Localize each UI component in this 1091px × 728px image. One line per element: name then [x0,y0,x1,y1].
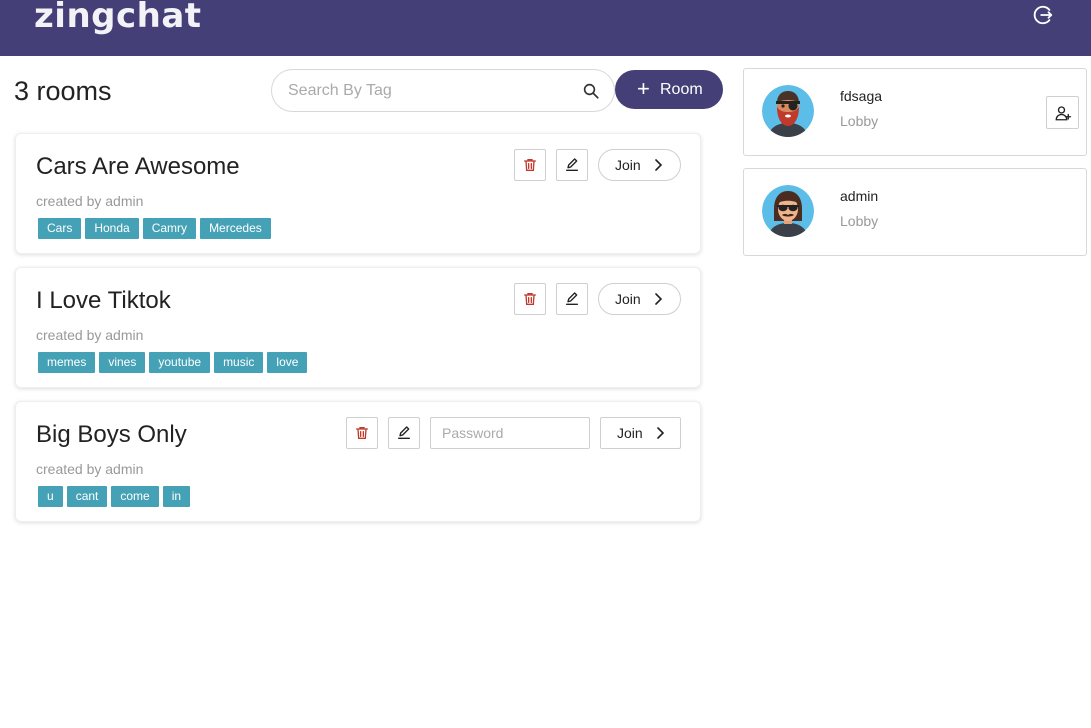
room-tag[interactable]: music [214,352,264,373]
trash-icon [356,427,368,439]
add-room-button[interactable]: + Room [615,70,723,109]
room-tag[interactable]: love [267,352,308,373]
app-logo[interactable]: zingchat [34,0,202,36]
room-tag[interactable]: in [162,486,191,507]
search-icon[interactable] [582,82,600,100]
join-room-button[interactable]: Join [598,283,681,315]
user-card: admin Lobby [743,168,1087,256]
room-password-input[interactable] [430,417,590,449]
room-tags: u cant come in [38,486,191,507]
add-friend-button[interactable] [1046,96,1079,129]
pencil-icon [398,426,410,439]
room-creator: created by admin [36,193,144,209]
join-room-button[interactable]: Join [598,149,681,181]
room-card: Big Boys Only created by admin u cant co… [15,401,701,522]
room-tag[interactable]: u [38,486,63,507]
room-tag[interactable]: Cars [38,218,82,239]
plus-icon: + [637,76,650,101]
delete-room-button[interactable] [514,149,546,181]
pencil-icon [566,158,578,171]
pencil-icon [566,292,578,305]
room-title: Big Boys Only [36,421,187,448]
room-tag[interactable]: Camry [142,218,197,239]
room-card: I Love Tiktok created by admin memes vin… [15,267,701,388]
user-name: fdsaga [840,88,883,104]
room-tags: memes vines youtube music love [38,352,308,373]
rooms-count-heading: 3 rooms [14,76,112,106]
room-card: Cars Are Awesome created by admin Cars H… [15,133,701,254]
room-tag[interactable]: cant [66,486,108,507]
room-tag[interactable]: youtube [149,352,211,373]
room-tag[interactable]: vines [99,352,146,373]
join-label: Join [615,291,641,307]
add-room-label: Room [660,81,703,98]
tag-search-box[interactable] [271,69,615,112]
room-tag[interactable]: memes [38,352,96,373]
delete-room-button[interactable] [346,417,378,449]
user-status: Lobby [840,113,879,129]
join-label: Join [617,425,643,441]
trash-icon [524,159,536,171]
user-avatar [762,185,814,237]
room-creator: created by admin [36,327,144,343]
room-title: Cars Are Awesome [36,153,240,180]
edit-room-button[interactable] [556,149,588,181]
chevron-right-icon [657,427,665,439]
top-navbar: zingchat [0,0,1091,56]
room-creator: created by admin [36,461,144,477]
user-card: fdsaga Lobby [743,68,1087,156]
user-avatar [762,85,814,137]
edit-room-button[interactable] [388,417,420,449]
delete-room-button[interactable] [514,283,546,315]
room-tags: Cars Honda Camry Mercedes [38,218,271,239]
chevron-right-icon [655,293,663,305]
chevron-right-icon [655,159,663,171]
edit-room-button[interactable] [556,283,588,315]
room-tag[interactable]: Honda [85,218,139,239]
user-status: Lobby [840,213,879,229]
join-label: Join [615,157,641,173]
trash-icon [524,293,536,305]
join-room-button[interactable]: Join [600,417,681,449]
logout-icon[interactable] [1032,4,1054,26]
room-tag[interactable]: come [111,486,159,507]
room-tag[interactable]: Mercedes [200,218,271,239]
add-user-icon [1055,106,1072,121]
user-name: admin [840,188,879,204]
room-title: I Love Tiktok [36,287,171,314]
tag-search-input[interactable] [288,79,568,103]
